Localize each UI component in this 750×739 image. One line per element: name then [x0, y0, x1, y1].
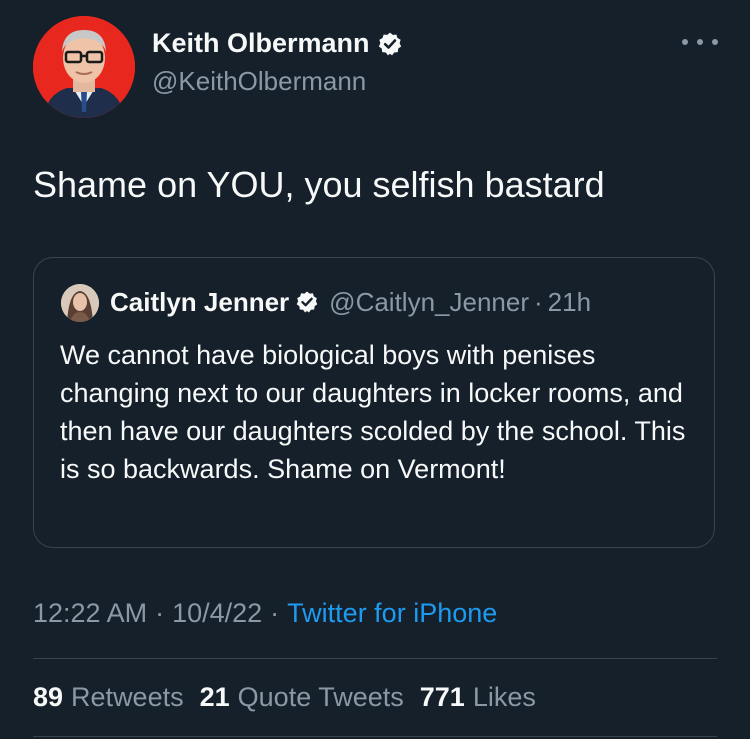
tweet-source-link[interactable]: Twitter for iPhone — [287, 598, 497, 629]
tweet-container: Keith Olbermann @KeithOlbermann Shame on… — [0, 0, 750, 739]
quoted-author-avatar[interactable] — [61, 284, 99, 322]
quoted-tweet-text: We cannot have biological boys with peni… — [60, 340, 686, 484]
retweets-label: Retweets — [71, 682, 184, 712]
tweet-stats: 89 Retweets 21 Quote Tweets 771 Likes — [33, 682, 552, 713]
quote-tweets-stat[interactable]: 21 Quote Tweets — [200, 682, 404, 713]
quote-tweets-count: 21 — [199, 682, 230, 712]
author-avatar[interactable] — [33, 16, 135, 118]
author-name[interactable]: Keith Olbermann — [152, 28, 403, 59]
tweet-date[interactable]: 10/4/22 — [172, 598, 262, 629]
retweets-stat[interactable]: 89 Retweets — [33, 682, 184, 713]
divider — [33, 736, 717, 737]
quoted-tweet-header: Caitlyn Jenner @Caitlyn_Jenner · 21h — [110, 285, 591, 319]
meta-separator: · — [270, 598, 280, 628]
quoted-avatar-image — [61, 284, 99, 322]
tweet-text: Shame on YOU, you selfish bastard — [33, 164, 605, 205]
tweet-time[interactable]: 12:22 AM — [33, 598, 147, 629]
quoted-author-name[interactable]: Caitlyn Jenner — [110, 287, 289, 318]
meta-separator: · — [155, 598, 165, 628]
quoted-author-handle[interactable]: @Caitlyn_Jenner — [329, 287, 529, 318]
author-avatar-image — [33, 16, 135, 118]
quote-tweets-label: Quote Tweets — [237, 682, 404, 712]
quoted-tweet-card[interactable]: Caitlyn Jenner @Caitlyn_Jenner · 21h We … — [33, 257, 715, 548]
likes-label: Likes — [472, 682, 536, 712]
likes-count: 771 — [419, 682, 465, 712]
author-handle[interactable]: @KeithOlbermann — [152, 66, 366, 97]
quoted-verified-badge-icon — [295, 290, 319, 314]
divider — [33, 658, 717, 659]
retweets-count: 89 — [33, 682, 64, 712]
verified-badge-icon — [377, 31, 403, 57]
likes-stat[interactable]: 771 Likes — [420, 682, 536, 713]
quoted-timestamp[interactable]: 21h — [548, 287, 591, 318]
author-name-text: Keith Olbermann — [152, 28, 370, 58]
more-options-icon[interactable] — [682, 34, 718, 50]
quoted-separator: · — [534, 286, 543, 317]
tweet-meta: 12:22 AM · 10/4/22 · Twitter for iPhone — [33, 598, 497, 629]
